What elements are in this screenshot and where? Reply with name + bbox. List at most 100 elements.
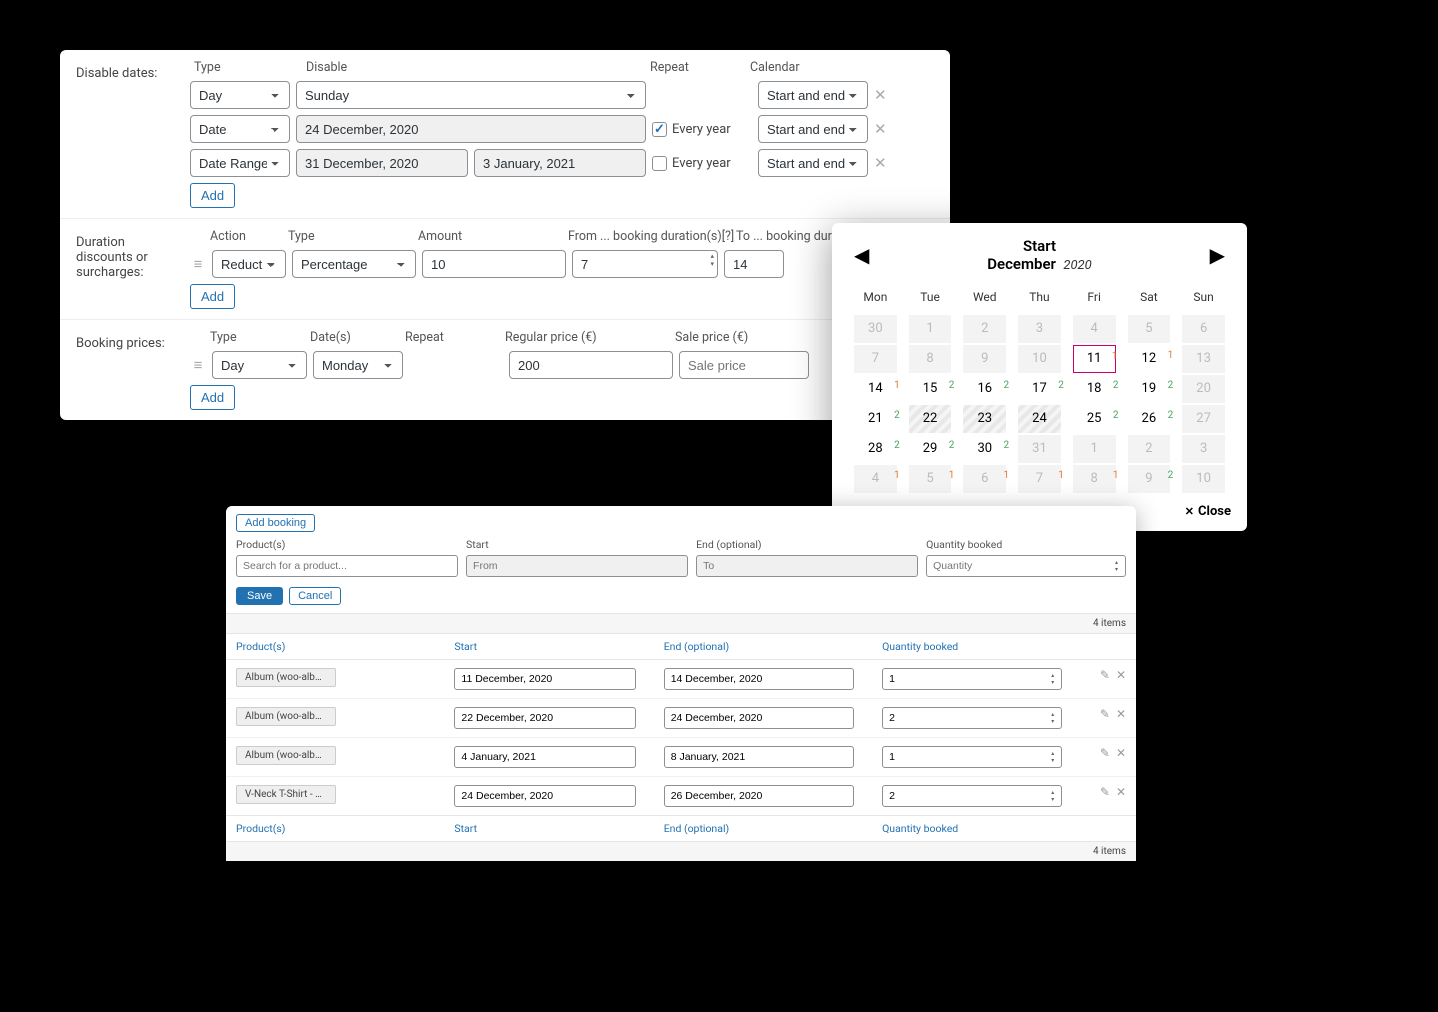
row-qty-input[interactable]	[882, 785, 1062, 807]
calendar-day[interactable]: 172	[1012, 374, 1067, 404]
prev-month-icon[interactable]: ◀	[848, 243, 875, 267]
calendar-select[interactable]: Start and end	[758, 115, 868, 143]
weekday-label: Sat	[1122, 284, 1177, 314]
delete-icon[interactable]: ✕	[1116, 668, 1126, 682]
row-qty-input[interactable]	[882, 746, 1062, 768]
drag-handle-icon[interactable]: ≡	[190, 356, 206, 374]
row-end-input[interactable]	[664, 668, 854, 690]
availability-badge: 2	[891, 409, 903, 422]
edit-icon[interactable]: ✎	[1100, 785, 1110, 799]
qty-input[interactable]	[926, 555, 1126, 577]
row-start-input[interactable]	[454, 785, 636, 807]
product-tag[interactable]: Album (woo-album)	[236, 707, 336, 726]
edit-icon[interactable]: ✎	[1100, 746, 1110, 760]
calendar-day[interactable]: 121	[1122, 344, 1177, 374]
delete-icon[interactable]: ✕	[1116, 746, 1126, 760]
save-button[interactable]: Save	[236, 587, 283, 605]
calendar-day: 4	[1067, 314, 1122, 344]
every-year-checkbox[interactable]	[652, 122, 667, 137]
from-input[interactable]	[572, 250, 718, 278]
add-button[interactable]: Add	[190, 284, 235, 309]
product-tag[interactable]: Album (woo-album)	[236, 668, 336, 687]
delete-icon[interactable]: ✕	[1116, 785, 1126, 799]
col-calendar: Calendar	[750, 60, 860, 75]
price-type-select[interactable]: Day	[212, 351, 307, 379]
start-input[interactable]	[466, 555, 688, 577]
type-select[interactable]: Date	[190, 115, 290, 143]
settings-panel: Disable dates: Type Disable Repeat Calen…	[60, 50, 950, 420]
calendar-day[interactable]: 162	[957, 374, 1012, 404]
calendar-day: 3	[1176, 434, 1231, 464]
delete-icon[interactable]: ✕	[874, 86, 887, 104]
calendar-day[interactable]: 252	[1067, 404, 1122, 434]
product-tag[interactable]: V-Neck T-Shirt - Green (woo-vneck)	[236, 785, 336, 804]
calendar-day[interactable]: 282	[848, 434, 903, 464]
disable-select[interactable]: Sunday	[296, 81, 646, 109]
sale-price-input[interactable]	[679, 351, 809, 379]
price-date-select[interactable]: Monday	[313, 351, 403, 379]
calendar-day[interactable]: 262	[1122, 404, 1177, 434]
tf-products[interactable]: Product(s)	[226, 816, 444, 842]
delete-icon[interactable]: ✕	[874, 120, 887, 138]
add-button[interactable]: Add	[190, 385, 235, 410]
date-from-input[interactable]	[296, 149, 468, 177]
row-start-input[interactable]	[454, 668, 636, 690]
to-input[interactable]	[724, 250, 784, 278]
delete-icon[interactable]: ✕	[874, 154, 887, 172]
date-to-input[interactable]	[474, 149, 646, 177]
regular-price-input[interactable]	[509, 351, 673, 379]
calendar-day: 22	[903, 404, 958, 434]
tf-end[interactable]: End (optional)	[654, 816, 872, 842]
every-year-checkbox[interactable]	[652, 156, 667, 171]
availability-badge: 2	[1165, 379, 1177, 392]
date-input[interactable]	[296, 115, 646, 143]
calendar-day[interactable]: 192	[1122, 374, 1177, 404]
th-qty[interactable]: Quantity booked	[872, 634, 1072, 660]
calendar-select[interactable]: Start and end	[758, 149, 868, 177]
product-search-input[interactable]	[236, 555, 458, 577]
items-count: 4 items	[226, 613, 1136, 634]
calendar-day[interactable]: 292	[903, 434, 958, 464]
edit-icon[interactable]: ✎	[1100, 707, 1110, 721]
add-button[interactable]: Add	[190, 183, 235, 208]
end-input[interactable]	[696, 555, 918, 577]
drag-handle-icon[interactable]: ≡	[190, 255, 206, 273]
row-qty-input[interactable]	[882, 668, 1062, 690]
delete-icon[interactable]: ✕	[1116, 707, 1126, 721]
row-end-input[interactable]	[664, 785, 854, 807]
availability-badge: 2	[1165, 409, 1177, 422]
calendar-day[interactable]: 182	[1067, 374, 1122, 404]
type-select[interactable]: Date Range	[190, 149, 290, 177]
calendar-select[interactable]: Start and end	[758, 81, 868, 109]
disc-type-select[interactable]: Percentage	[292, 250, 416, 278]
add-booking-button[interactable]: Add booking	[236, 514, 315, 532]
calendar-day[interactable]: 212	[848, 404, 903, 434]
bookings-panel: Add booking Product(s) Start End (option…	[226, 506, 1136, 861]
row-end-input[interactable]	[664, 707, 854, 729]
availability-badge: 2	[1000, 379, 1012, 392]
action-select[interactable]: Reduction	[212, 250, 286, 278]
tf-start[interactable]: Start	[444, 816, 653, 842]
amount-input[interactable]	[422, 250, 566, 278]
th-end[interactable]: End (optional)	[654, 634, 872, 660]
row-start-input[interactable]	[454, 746, 636, 768]
tf-qty[interactable]: Quantity booked	[872, 816, 1072, 842]
calendar-day[interactable]: 141	[848, 374, 903, 404]
calendar-day: 41	[848, 464, 903, 494]
bookings-table: Product(s) Start End (optional) Quantity…	[226, 634, 1136, 842]
row-qty-input[interactable]	[882, 707, 1062, 729]
th-products[interactable]: Product(s)	[226, 634, 444, 660]
calendar-day[interactable]: 111	[1067, 344, 1122, 374]
row-end-input[interactable]	[664, 746, 854, 768]
calendar-day[interactable]: 302	[957, 434, 1012, 464]
cancel-button[interactable]: Cancel	[289, 587, 341, 605]
edit-icon[interactable]: ✎	[1100, 668, 1110, 682]
qty-field-label: Quantity booked	[926, 538, 1126, 551]
product-tag[interactable]: Album (woo-album)	[236, 746, 336, 765]
next-month-icon[interactable]: ▶	[1204, 243, 1231, 267]
calendar-day[interactable]: 152	[903, 374, 958, 404]
th-start[interactable]: Start	[444, 634, 653, 660]
type-select[interactable]: Day	[190, 81, 290, 109]
calendar-day: 2	[957, 314, 1012, 344]
row-start-input[interactable]	[454, 707, 636, 729]
